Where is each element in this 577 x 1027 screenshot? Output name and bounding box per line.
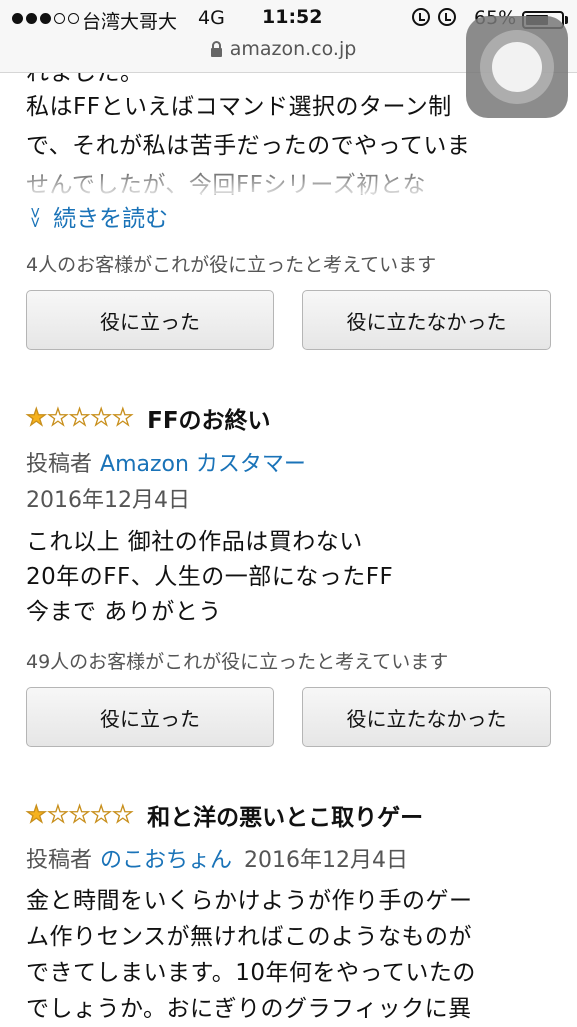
signal-dot (68, 13, 79, 24)
review-line: ム作りセンスが無ければこのようなものが (26, 924, 473, 950)
not-helpful-button[interactable]: 役に立たなかった (302, 687, 551, 747)
star-empty-icon: ★ (47, 801, 69, 828)
star-empty-icon: ★ (112, 404, 134, 431)
review-byline: 投稿者 のこおちょん 2016年12月4日 (26, 842, 408, 874)
review-header: ★ ★ ★ ★ ★ FFのお終い (25, 401, 270, 435)
alarm-icon (438, 8, 456, 26)
signal-dot (26, 13, 37, 24)
helpful-count: 49人のお客様がこれが役に立ったと考えています (26, 651, 449, 673)
star-empty-icon: ★ (69, 404, 91, 431)
review-date: 2016年12月4日 (244, 848, 409, 873)
not-helpful-button[interactable]: 役に立たなかった (302, 290, 551, 350)
star-rating: ★ ★ ★ ★ ★ (25, 801, 134, 828)
status-icons (412, 8, 456, 26)
text-fade (26, 154, 566, 194)
review-line: 20年のFF、人生の一部になったFF (26, 564, 394, 590)
review-date: 2016年12月4日 (26, 488, 190, 513)
star-filled-icon: ★ (25, 801, 47, 828)
review-line: でしょうか。おにぎりのグラフィックに異 (26, 996, 472, 1022)
signal-strength-icon (12, 13, 79, 24)
review-line: 今まで ありがとう (26, 599, 222, 625)
carrier-name: 台湾大哥大 (82, 11, 178, 33)
review-title[interactable]: 和と洋の悪いとこ取りゲー (147, 798, 423, 832)
star-empty-icon: ★ (47, 404, 69, 431)
byline-label: 投稿者 (26, 848, 93, 873)
review-body: 金と時間をいくらかけようが作り手のゲー ム作りセンスが無ければこのようなものが … (26, 883, 476, 1027)
review-line: できてしまいます。10年何をやっていたの (26, 960, 476, 986)
read-more-label: 続きを読む (53, 206, 169, 232)
author-link[interactable]: Amazon カスタマー (100, 452, 306, 477)
signal-dot (12, 13, 23, 24)
orientation-lock-icon (412, 8, 430, 26)
review-body: これ以上 御社の作品は買わない 20年のFF、人生の一部になったFF 今まで あ… (26, 525, 393, 630)
review-header: ★ ★ ★ ★ ★ 和と洋の悪いとこ取りゲー (25, 798, 423, 832)
star-empty-icon: ★ (90, 801, 112, 828)
star-empty-icon: ★ (90, 404, 112, 431)
star-empty-icon: ★ (69, 801, 91, 828)
review-line: これ以上 御社の作品は買わない (26, 529, 363, 555)
helpful-button[interactable]: 役に立った (26, 290, 274, 350)
signal-dot (40, 13, 51, 24)
star-filled-icon: ★ (25, 404, 47, 431)
battery-tip (565, 16, 568, 24)
url-text: amazon.co.jp (229, 38, 357, 60)
review-title[interactable]: FFのお終い (147, 401, 270, 435)
network-type: 4G (198, 7, 225, 29)
lock-icon (210, 40, 222, 57)
byline-label: 投稿者 (26, 452, 93, 477)
review-line: 金と時間をいくらかけようが作り手のゲー (26, 888, 473, 914)
signal-dot (54, 13, 65, 24)
chevron-down-icon: >> (26, 206, 45, 226)
read-more-link[interactable]: >> 続きを読む (26, 199, 169, 233)
star-empty-icon: ★ (112, 801, 134, 828)
star-rating: ★ ★ ★ ★ ★ (25, 404, 134, 431)
helpful-count: 4人のお客様がこれが役に立ったと考えています (26, 254, 437, 276)
assistive-touch-button[interactable] (466, 16, 568, 118)
author-link[interactable]: のこおちょん (100, 848, 232, 873)
review-byline: 投稿者 Amazon カスタマー (26, 446, 306, 478)
helpful-button[interactable]: 役に立った (26, 687, 274, 747)
status-time: 11:52 (262, 6, 323, 28)
